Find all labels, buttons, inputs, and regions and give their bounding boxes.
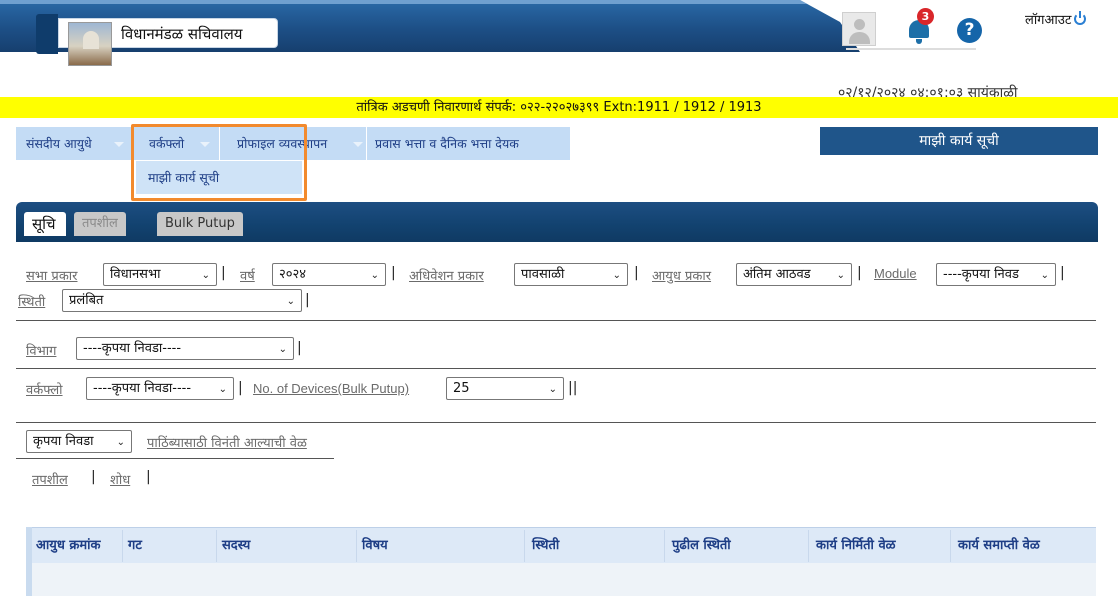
- col-separator: [356, 530, 357, 562]
- separator: ||: [568, 380, 578, 396]
- chevron-down-icon: ⌄: [836, 270, 845, 281]
- divider: [16, 368, 1096, 369]
- search-link[interactable]: शोध: [110, 470, 130, 488]
- divider: [16, 320, 1096, 321]
- sort-select[interactable]: कृपया निवडा ⌄: [26, 430, 132, 453]
- chevron-down-icon: ⌄: [201, 270, 210, 281]
- tab-bulk-putup[interactable]: Bulk Putup: [157, 212, 243, 236]
- devices-label[interactable]: No. of Devices(Bulk Putup): [253, 381, 409, 396]
- device-type-label[interactable]: आयुध प्रकार: [652, 266, 711, 284]
- user-avatar-icon[interactable]: [842, 12, 876, 46]
- help-icon[interactable]: ?: [957, 18, 982, 43]
- col-member[interactable]: सदस्य: [222, 528, 250, 564]
- logout-button[interactable]: लॉगआउट: [1025, 10, 1087, 28]
- department-select[interactable]: ----कृपया निवडा---- ⌄: [76, 337, 294, 360]
- separator: |: [857, 265, 862, 281]
- col-group[interactable]: गट: [128, 528, 142, 564]
- chevron-down-icon: ⌄: [612, 270, 621, 281]
- col-separator: [122, 530, 123, 562]
- chevron-down-icon: ⌄: [548, 384, 557, 395]
- power-icon: [1074, 11, 1087, 25]
- chevron-down-icon: ⌄: [286, 296, 295, 307]
- logout-label: लॉगआउट: [1025, 13, 1072, 28]
- col-separator: [664, 530, 665, 562]
- separator: |: [91, 469, 96, 485]
- notification-badge: 3: [917, 8, 934, 25]
- details-link[interactable]: तपशील: [32, 470, 68, 488]
- col-separator: [524, 530, 525, 562]
- module-label[interactable]: Module: [874, 266, 917, 281]
- devices-value: 25: [453, 381, 470, 396]
- module-select[interactable]: ----कृपया निवड ⌄: [936, 263, 1056, 286]
- sort-by-request-time-link[interactable]: पाठिंब्यासाठी विनंती आल्याची वेळ: [147, 433, 307, 451]
- page-header: विधानमंडळ सचिवालय 3 ? लॉगआउट ०२/१२/२०२४ …: [0, 0, 1118, 101]
- separator: |: [146, 469, 151, 485]
- divider: [16, 458, 334, 459]
- sort-value: कृपया निवडा: [33, 434, 94, 449]
- status-select[interactable]: प्रलंबित ⌄: [62, 289, 302, 312]
- separator: |: [391, 265, 396, 281]
- col-device-number[interactable]: आयुध क्रमांक: [36, 528, 100, 564]
- org-title: विधानमंडळ सचिवालय: [121, 25, 243, 43]
- session-type-select[interactable]: पावसाळी ⌄: [514, 263, 628, 286]
- col-separator: [216, 530, 217, 562]
- my-worklist-title: माझी कार्य सूची: [820, 127, 1098, 155]
- col-task-completed[interactable]: कार्य समाप्ती वेळ: [958, 528, 1040, 564]
- chevron-down-icon: ⌄: [370, 270, 379, 281]
- vidhan-bhavan-logo: [68, 22, 112, 66]
- year-select[interactable]: २०२४ ⌄: [272, 263, 386, 286]
- menu-separator: [366, 127, 367, 160]
- highlight-box: [131, 124, 307, 201]
- col-subject[interactable]: विषय: [362, 528, 388, 564]
- logo-tab: [36, 14, 58, 54]
- year-value: २०२४: [279, 267, 307, 282]
- separator: |: [305, 292, 310, 308]
- status-label[interactable]: स्थिती: [18, 292, 45, 310]
- workflow-select[interactable]: ----कृपया निवडा---- ⌄: [86, 377, 234, 400]
- session-type-label[interactable]: अधिवेशन प्रकार: [409, 266, 484, 284]
- department-value: ----कृपया निवडा----: [83, 341, 182, 356]
- chevron-down-icon: ⌄: [278, 344, 287, 355]
- device-type-value: अंतिम आठवड: [743, 267, 811, 282]
- house-type-label[interactable]: सभा प्रकार: [26, 266, 78, 284]
- helpline-banner: तांत्रिक अडचणी निवारणार्थ संपर्क: ०२२-२२…: [0, 97, 1118, 118]
- workflow-value: ----कृपया निवडा----: [93, 381, 192, 396]
- col-task-created[interactable]: कार्य निर्मिती वेळ: [816, 528, 896, 564]
- house-type-select[interactable]: विधानसभा ⌄: [103, 263, 217, 286]
- separator: |: [1060, 265, 1065, 281]
- chevron-down-icon: ⌄: [1040, 270, 1049, 281]
- workflow-label[interactable]: वर्कफ्लो: [26, 380, 63, 398]
- tab-details[interactable]: तपशील: [74, 212, 126, 236]
- separator: |: [221, 265, 226, 281]
- table-header: आयुध क्रमांक गट सदस्य विषय स्थिती पुढील …: [26, 527, 1096, 563]
- col-next-status[interactable]: पुढील स्थिती: [672, 528, 731, 564]
- separator: |: [297, 340, 302, 356]
- devices-select[interactable]: 25 ⌄: [446, 377, 564, 400]
- session-type-value: पावसाळी: [521, 267, 565, 282]
- chevron-down-icon: [114, 142, 124, 147]
- bell-clapper: [916, 39, 922, 44]
- status-value: प्रलंबित: [69, 293, 104, 308]
- device-type-select[interactable]: अंतिम आठवड ⌄: [736, 263, 852, 286]
- module-value: ----कृपया निवड: [943, 267, 1019, 282]
- tab-list[interactable]: सूचि: [24, 212, 66, 236]
- house-type-value: विधानसभा: [110, 267, 161, 282]
- separator: |: [238, 380, 243, 396]
- col-separator: [808, 530, 809, 562]
- col-separator: [950, 530, 951, 562]
- department-label[interactable]: विभाग: [26, 341, 56, 359]
- menu-item-travel-allowance[interactable]: प्रवास भत्ता व दैनिक भत्ता देयक: [375, 127, 519, 160]
- user-name-underline: [846, 48, 976, 50]
- chevron-down-icon: ⌄: [116, 437, 125, 448]
- table-body: [26, 563, 1096, 596]
- divider: [16, 422, 1096, 423]
- menu-item-parliamentary-devices[interactable]: संसदीय आयुधे: [26, 127, 92, 160]
- chevron-down-icon: [353, 142, 363, 147]
- separator: |: [634, 265, 639, 281]
- year-label[interactable]: वर्ष: [240, 266, 255, 284]
- col-status[interactable]: स्थिती: [532, 528, 559, 564]
- chevron-down-icon: ⌄: [218, 384, 227, 395]
- table-left-edge: [26, 527, 32, 596]
